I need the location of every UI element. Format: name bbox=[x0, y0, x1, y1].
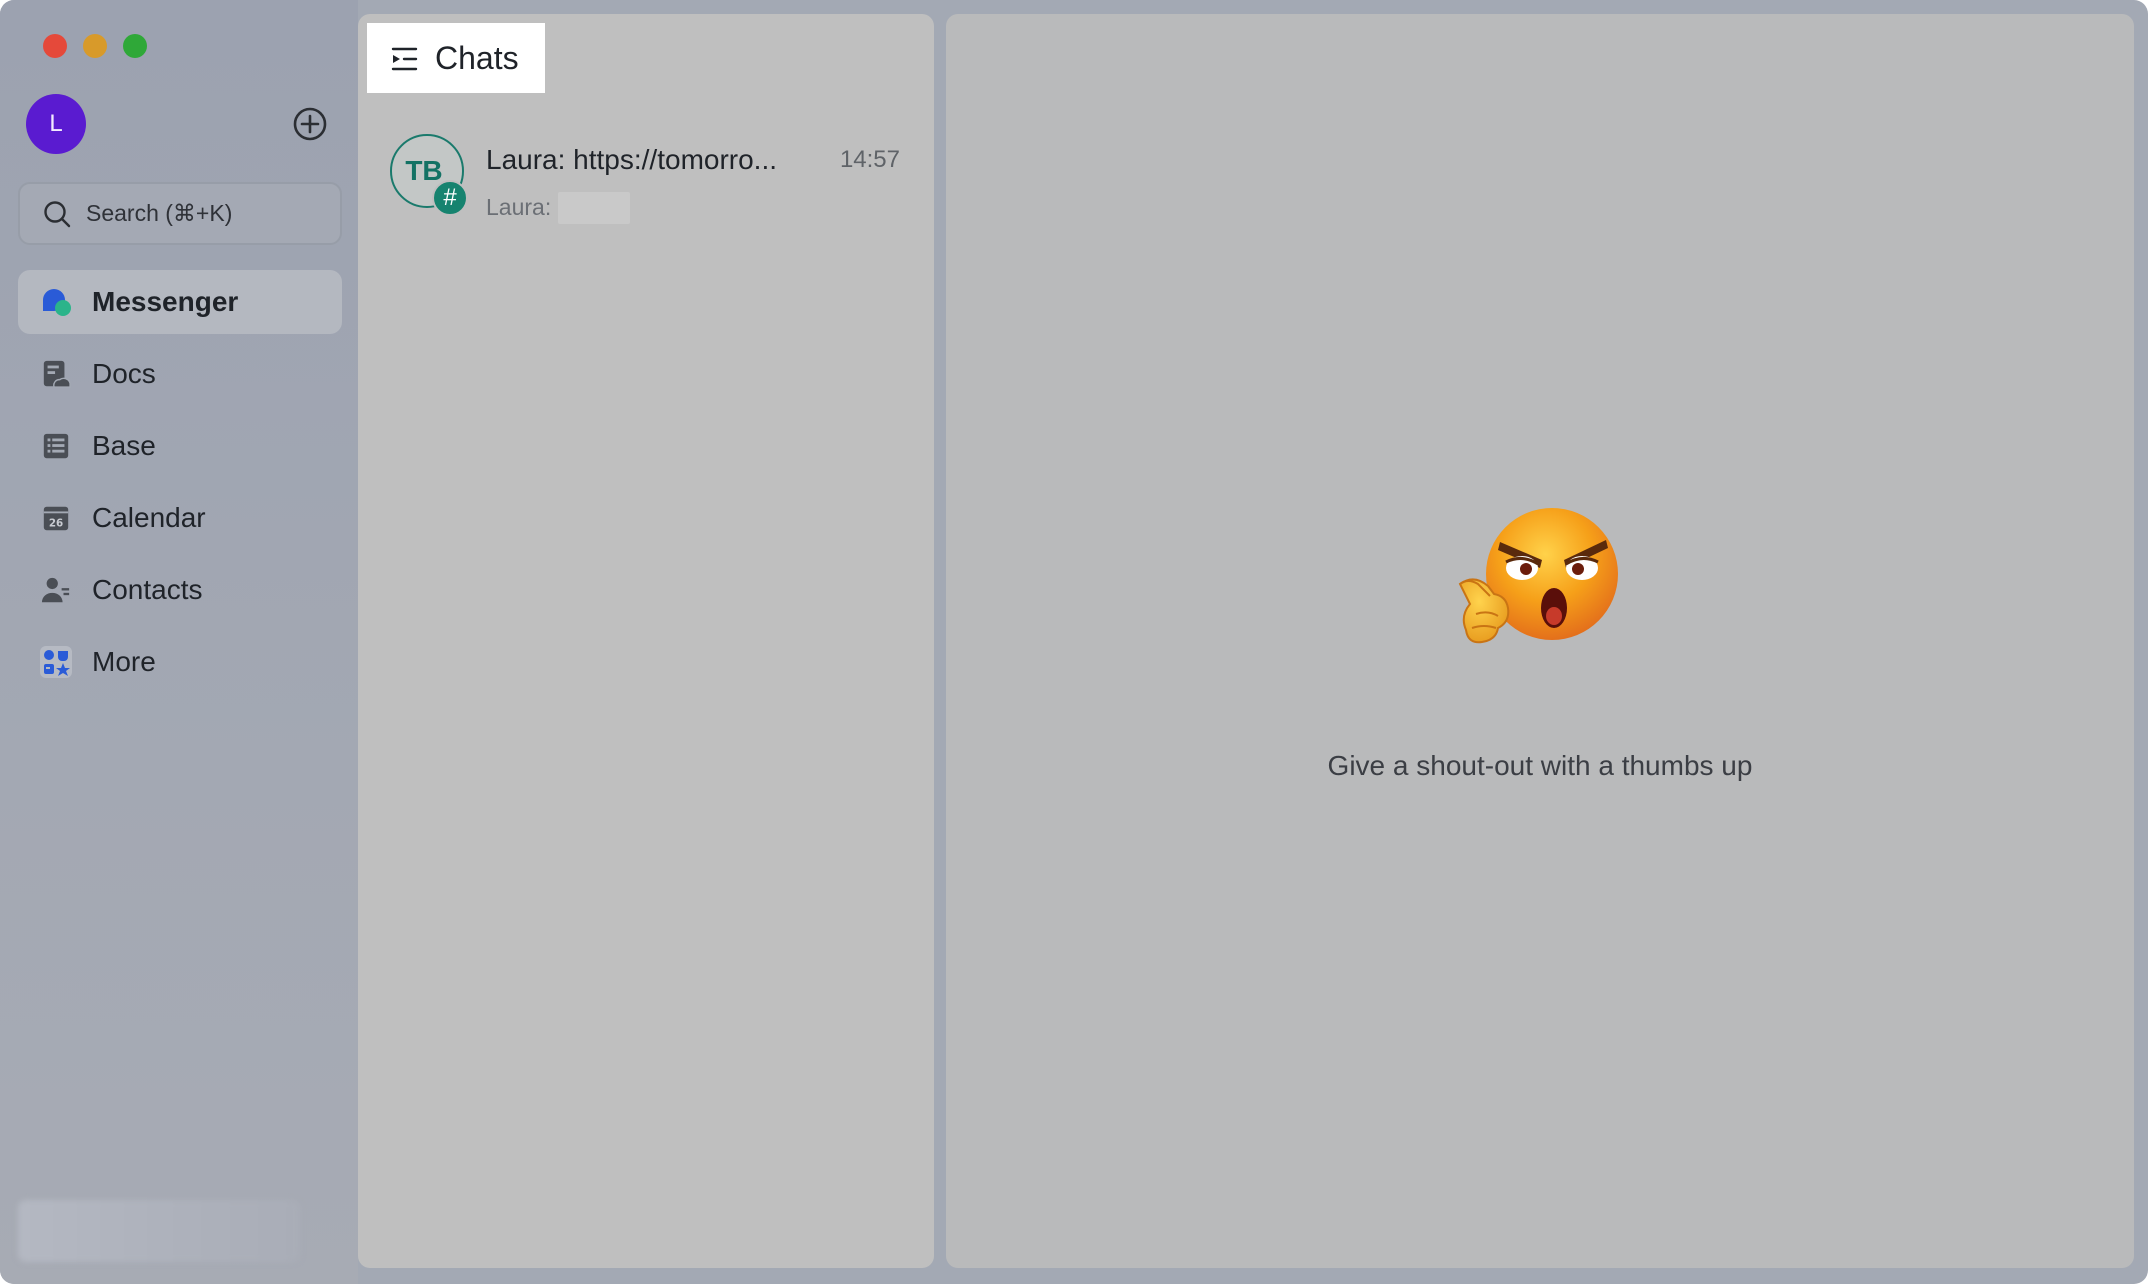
sidebar: L Search (⌘+K) Messenger Docs Base 26 Ca… bbox=[0, 0, 358, 1284]
maximize-window-button[interactable] bbox=[123, 34, 147, 58]
sidebar-item-base[interactable]: Base bbox=[18, 414, 342, 478]
search-input[interactable]: Search (⌘+K) bbox=[18, 182, 342, 245]
sidebar-item-label: Contacts bbox=[92, 574, 203, 605]
chat-list-panel: Chats TB # Laura: https://tomorro... 14:… bbox=[358, 14, 934, 1268]
chat-preview-sender: Laura: bbox=[486, 194, 552, 220]
chats-header-button[interactable]: Chats bbox=[367, 23, 545, 93]
search-placeholder: Search (⌘+K) bbox=[86, 200, 233, 226]
docs-icon bbox=[40, 358, 72, 390]
main-panel: Give a shout-out with a thumbs up bbox=[946, 14, 2134, 1268]
hashtag-icon: # bbox=[432, 180, 468, 216]
calendar-icon: 26 bbox=[40, 502, 72, 534]
redacted-preview bbox=[558, 192, 630, 224]
chat-time: 14:57 bbox=[839, 146, 900, 173]
close-window-button[interactable] bbox=[43, 34, 67, 58]
group-avatar-initials: TB bbox=[405, 155, 443, 186]
chat-list-toggle-icon bbox=[391, 47, 418, 71]
sidebar-item-label: More bbox=[92, 646, 156, 677]
sidebar-item-calendar[interactable]: 26 Calendar bbox=[18, 486, 342, 550]
minimize-window-button[interactable] bbox=[83, 34, 107, 58]
sidebar-item-label: Messenger bbox=[92, 286, 239, 317]
messenger-icon bbox=[40, 286, 72, 318]
contacts-icon bbox=[40, 574, 72, 606]
sidebar-item-messenger[interactable]: Messenger bbox=[18, 270, 342, 334]
blurred-profile-area bbox=[18, 1200, 300, 1262]
sidebar-item-contacts[interactable]: Contacts bbox=[18, 558, 342, 622]
search-icon bbox=[44, 200, 71, 227]
sidebar-item-docs[interactable]: Docs bbox=[18, 342, 342, 406]
sidebar-item-more[interactable]: More bbox=[18, 630, 342, 694]
badge-symbol: # bbox=[443, 184, 457, 211]
avatar-initial: L bbox=[49, 110, 63, 137]
empty-state-text: Give a shout-out with a thumbs up bbox=[1327, 750, 1753, 781]
chat-list-item[interactable]: TB # Laura: https://tomorro... 14:57 Lau… bbox=[358, 124, 934, 240]
base-icon bbox=[40, 430, 72, 462]
chat-title: Laura: https://tomorro... bbox=[486, 144, 778, 175]
sidebar-item-label: Calendar bbox=[92, 502, 206, 533]
sidebar-item-label: Base bbox=[92, 430, 156, 461]
app-window: L Search (⌘+K) Messenger Docs Base 26 Ca… bbox=[0, 0, 2148, 1284]
calendar-day-text: 26 bbox=[49, 517, 63, 529]
user-avatar[interactable]: L bbox=[26, 94, 86, 154]
plus-circle-icon[interactable] bbox=[292, 106, 328, 142]
sidebar-item-label: Docs bbox=[92, 358, 156, 389]
more-apps-icon bbox=[40, 646, 72, 678]
angry-thinking-emoji-icon bbox=[1454, 504, 1624, 664]
chats-header-label: Chats bbox=[435, 39, 519, 76]
